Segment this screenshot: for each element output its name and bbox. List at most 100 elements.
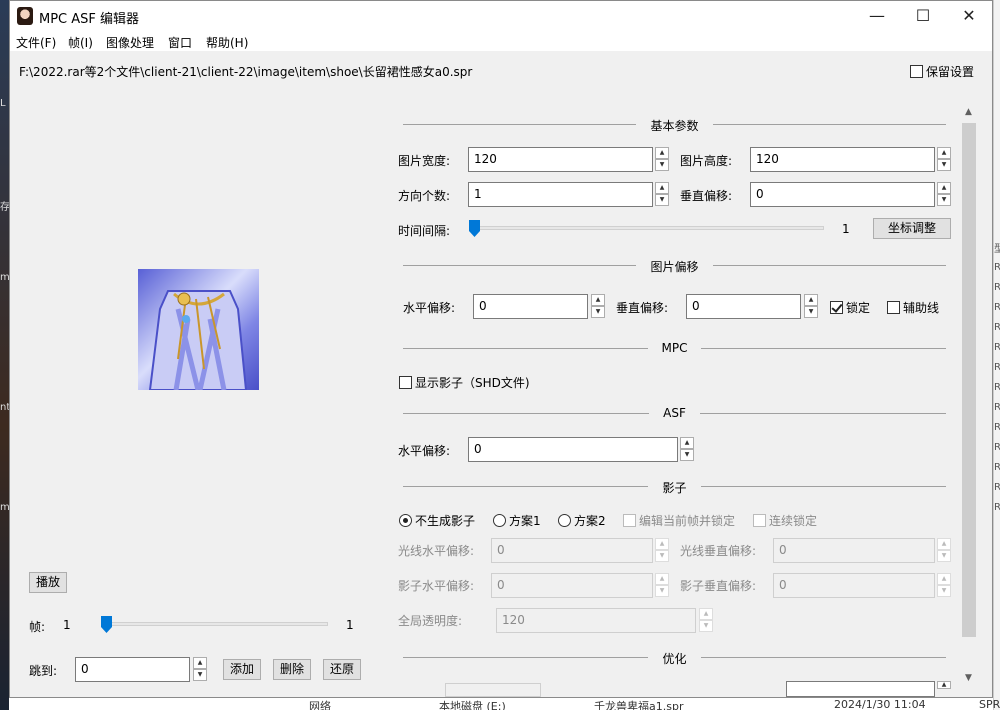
menu-image-processing[interactable]: 图像处理 (106, 34, 154, 51)
direction-count-spinner[interactable]: ▲ ▼ (655, 182, 669, 207)
title-bar[interactable]: MPC ASF 编辑器 — ☐ ✕ (10, 1, 992, 31)
radio-dot (558, 514, 571, 527)
edit-frame-lock-checkbox[interactable]: 编辑当前帧并锁定 (623, 512, 735, 529)
vertical-offset-input[interactable]: 0 (750, 182, 935, 207)
radio-no-shadow[interactable]: 不生成影子 (399, 512, 475, 529)
section-title: MPC (647, 341, 702, 355)
bg-text: R (994, 282, 1000, 293)
menu-help[interactable]: 帮助(H) (206, 34, 248, 51)
asf-h-offset-input[interactable]: 0 (468, 437, 678, 462)
checkbox-box (399, 376, 412, 389)
section-shadow: 影子 (403, 479, 946, 495)
bg-text: R (994, 262, 1000, 273)
radio-label: 不生成影子 (415, 514, 476, 528)
bg-drive[interactable]: 本地磁盘 (E:) (439, 698, 506, 710)
menu-bar: 文件(F) 帧(I) 图像处理 窗口 帮助(H) (10, 31, 992, 51)
jump-to-spinner[interactable]: ▲ ▼ (193, 657, 207, 682)
light-v-offset-input[interactable]: 0 (773, 538, 935, 563)
scroll-down-arrow-icon[interactable]: ▼ (960, 673, 977, 683)
checkbox-label: 编辑当前帧并锁定 (639, 514, 736, 528)
sprite-preview-image (138, 269, 259, 390)
menu-window[interactable]: 窗口 (168, 34, 192, 51)
shadow-v-offset-input[interactable]: 0 (773, 573, 935, 598)
offset-h-input[interactable]: 0 (473, 294, 588, 319)
frame-slider-track[interactable] (104, 622, 328, 626)
show-shadow-label: 显示影子（SHD文件) (415, 376, 530, 390)
asf-h-offset-spinner[interactable]: ▲ ▼ (680, 437, 694, 462)
delete-button[interactable]: 删除 (273, 659, 311, 680)
scroll-up-arrow-icon[interactable]: ▲ (960, 107, 977, 117)
scrollbar-thumb[interactable] (962, 123, 976, 637)
light-h-offset-spinner[interactable]: ▲ ▼ (655, 538, 669, 563)
light-v-offset-spinner[interactable]: ▲ ▼ (937, 538, 951, 563)
light-h-offset-input[interactable]: 0 (491, 538, 653, 563)
optimize-spinner-partial[interactable]: ▲ (937, 681, 951, 697)
play-button[interactable]: 播放 (29, 572, 67, 593)
menu-frame[interactable]: 帧(I) (68, 34, 93, 51)
lock-checkbox[interactable]: 锁定 (830, 299, 870, 316)
radio-plan-2[interactable]: 方案2 (558, 512, 606, 529)
bg-text: R (994, 382, 1000, 393)
interval-slider-track[interactable] (472, 226, 824, 230)
jump-to-input[interactable]: 0 (75, 657, 190, 682)
checkbox-box (830, 301, 843, 314)
section-title: 优化 (648, 652, 701, 666)
frame-slider-thumb[interactable] (101, 616, 112, 633)
offset-h-spinner[interactable]: ▲ ▼ (591, 294, 605, 319)
radio-dot (399, 514, 412, 527)
interval-label: 时间间隔: (398, 224, 451, 238)
global-alpha-input[interactable]: 120 (496, 608, 696, 633)
bg-text: R (994, 442, 1000, 453)
restore-button[interactable]: 还原 (323, 659, 361, 680)
bg-network[interactable]: 网络 (309, 698, 331, 710)
bg-text: R (994, 342, 1000, 353)
show-shadow-checkbox[interactable]: 显示影子（SHD文件) (399, 374, 530, 391)
vertical-offset-label: 垂直偏移: (680, 189, 733, 203)
optimize-field-partial[interactable] (445, 683, 541, 697)
background-explorer-bottom: 网络 本地磁盘 (E:) 千龙兽卑福a1.spr 2024/1/30 11:04… (9, 696, 1000, 710)
direction-count-input[interactable]: 1 (468, 182, 653, 207)
window-title: MPC ASF 编辑器 (39, 12, 140, 27)
global-alpha-spinner[interactable]: ▲ ▼ (699, 608, 713, 633)
section-image-offset: 图片偏移 (403, 258, 946, 274)
offset-v-spinner[interactable]: ▲ ▼ (804, 294, 818, 319)
keep-settings-label: 保留设置 (926, 65, 975, 79)
height-input[interactable]: 120 (750, 147, 935, 172)
section-optimize: 优化 (403, 650, 946, 666)
height-label: 图片高度: (680, 154, 733, 168)
light-v-offset-label: 光线垂直偏移: (680, 544, 757, 558)
section-mpc: MPC (403, 341, 946, 355)
offset-h-label: 水平偏移: (403, 301, 456, 315)
main-window: MPC ASF 编辑器 — ☐ ✕ 文件(F) 帧(I) 图像处理 窗口 帮助(… (9, 0, 993, 698)
height-spinner[interactable]: ▲ ▼ (937, 147, 951, 172)
width-spinner[interactable]: ▲ ▼ (655, 147, 669, 172)
keep-settings-checkbox[interactable]: 保留设置 (910, 63, 974, 80)
minimize-button[interactable]: — (854, 1, 900, 31)
continuous-lock-checkbox[interactable]: 连续锁定 (753, 512, 817, 529)
guide-line-checkbox[interactable]: 辅助线 (887, 299, 939, 316)
offset-v-input[interactable]: 0 (686, 294, 801, 319)
light-h-offset-label: 光线水平偏移: (398, 544, 475, 558)
radio-plan-1[interactable]: 方案1 (493, 512, 541, 529)
menu-file[interactable]: 文件(F) (16, 34, 56, 51)
maximize-button[interactable]: ☐ (900, 1, 946, 31)
coordinate-adjust-button[interactable]: 坐标调整 (873, 218, 951, 239)
interval-slider-thumb[interactable] (469, 220, 480, 237)
width-input[interactable]: 120 (468, 147, 653, 172)
shadow-h-offset-input[interactable]: 0 (491, 573, 653, 598)
desktop-text: L (0, 98, 6, 109)
bg-date: 2024/1/30 11:04 (834, 698, 926, 710)
section-title: ASF (649, 406, 700, 420)
shadow-h-offset-spinner[interactable]: ▲ ▼ (655, 573, 669, 598)
close-button[interactable]: ✕ (946, 1, 992, 31)
optimize-input-partial[interactable] (786, 681, 935, 697)
bg-text: R (994, 482, 1000, 493)
vertical-offset-spinner[interactable]: ▲ ▼ (937, 182, 951, 207)
bg-text: R (994, 302, 1000, 313)
bg-text: R (994, 422, 1000, 433)
settings-scrollbar[interactable]: ▲ ▼ (960, 105, 977, 691)
add-button[interactable]: 添加 (223, 659, 261, 680)
shadow-v-offset-spinner[interactable]: ▲ ▼ (937, 573, 951, 598)
bg-file[interactable]: 千龙兽卑福a1.spr (594, 698, 683, 710)
file-path: F:\2022.rar等2个文件\client-21\client-22\ima… (19, 65, 473, 79)
